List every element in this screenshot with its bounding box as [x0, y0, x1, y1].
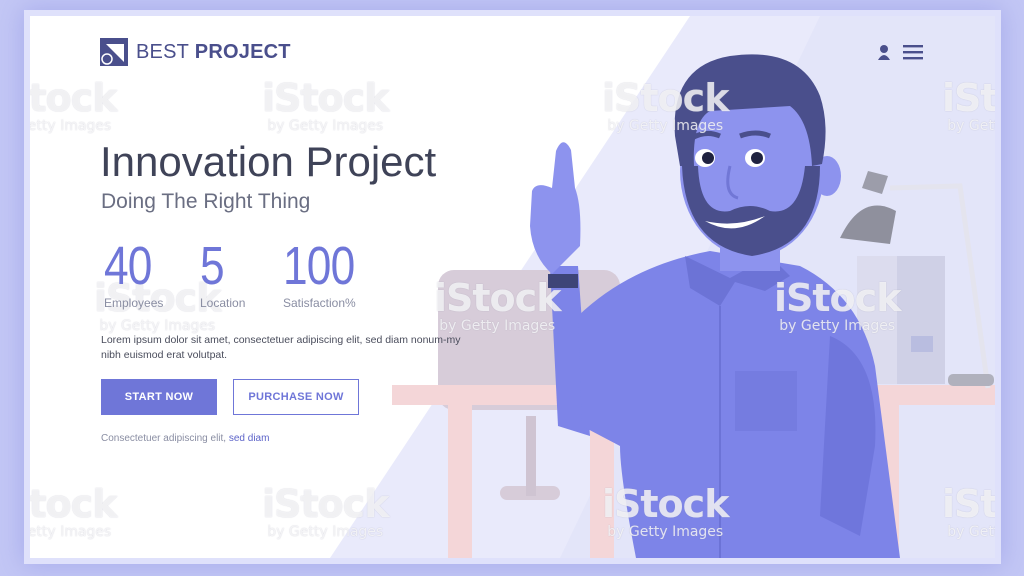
hero-subtitle: Doing The Right Thing	[101, 190, 311, 213]
brand-logo[interactable]: BEST PROJECT	[100, 38, 291, 66]
stat-label: Location	[200, 296, 246, 310]
hero-description: Lorem ipsum dolor sit amet, consectetuer…	[101, 334, 461, 361]
landing-page-frame: iStockby Getty Images iStockby Getty Ima…	[30, 16, 995, 558]
footnote: Consectetuer adipiscing elit, sed diam	[101, 433, 269, 444]
hamburger-menu-icon[interactable]	[903, 44, 923, 60]
stat-location: 5 Location	[200, 238, 245, 310]
footnote-text: Consectetuer adipiscing elit,	[101, 433, 229, 444]
header-nav	[877, 44, 923, 60]
user-icon[interactable]	[877, 44, 891, 60]
footnote-link[interactable]: sed diam	[229, 433, 270, 444]
stat-label: Employees	[104, 296, 164, 310]
start-now-button[interactable]: START NOW	[101, 379, 217, 415]
purchase-now-button[interactable]: PURCHASE NOW	[233, 379, 359, 415]
stat-label: Satisfaction%	[283, 296, 356, 310]
stat-value: 40	[104, 236, 152, 296]
stat-employees: 40 Employees	[104, 238, 163, 310]
stat-satisfaction: 100 Satisfaction%	[283, 238, 370, 310]
stat-value: 100	[283, 236, 355, 296]
hero-title: Innovation Project	[100, 138, 437, 185]
stat-value: 5	[200, 236, 225, 296]
triangle-square-logo-icon	[100, 38, 128, 66]
brand-name: BEST PROJECT	[136, 40, 291, 63]
office-man-illustration	[392, 54, 995, 558]
